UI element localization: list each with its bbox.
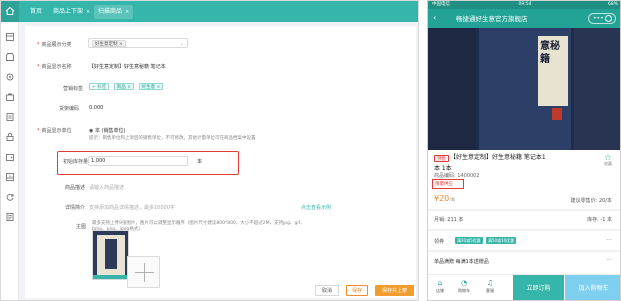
- shop-icon: ⌂: [437, 279, 443, 287]
- presale-tag: 预售: [434, 155, 449, 162]
- document-icon[interactable]: [5, 112, 15, 122]
- tag-chip[interactable]: 好生意 ×: [138, 83, 164, 90]
- close-icon[interactable]: ×: [86, 9, 90, 15]
- admin-panel: 首页 商品上下架 × 扫描商品 × * 商品展示分类 好生意定制 × ⌄ * 商…: [0, 0, 419, 301]
- unit-label: * 商品显示单位: [37, 128, 72, 134]
- settings-icon[interactable]: [5, 72, 15, 82]
- top-tab-bar: 首页 商品上下架 × 扫描商品 ×: [1, 1, 418, 22]
- tab-product-shelf[interactable]: 商品上下架 ×: [49, 5, 94, 19]
- main-image-label: 主图: [76, 224, 87, 230]
- stock-count: 库存: -1 本: [587, 217, 612, 223]
- unit-hint: 提示：销售单位和上架后的销售单位，不可修改，其他计量单位可在商品档案中设置: [89, 136, 256, 141]
- shop-button[interactable]: ⌂ 店铺: [433, 279, 447, 294]
- save-publish-button[interactable]: 保存并上架: [375, 285, 414, 296]
- home-button[interactable]: [1, 1, 19, 22]
- service-button[interactable]: ♫ 客服: [483, 279, 497, 294]
- add-to-cart-button[interactable]: 加入购物车: [565, 275, 620, 300]
- detail-example-link[interactable]: 点击查看示例: [301, 204, 331, 211]
- store-icon[interactable]: [5, 52, 15, 62]
- tab-scan-product-label: 扫描商品: [98, 8, 123, 15]
- stock-unit: 本: [197, 159, 203, 165]
- category-label: * 商品展示分类: [37, 42, 72, 48]
- favorite-button[interactable]: ☆ 收藏: [604, 153, 612, 166]
- display-name-value[interactable]: 【好生意定制】好生意秘籍 笔记本: [89, 63, 166, 70]
- list-icon[interactable]: [5, 212, 15, 222]
- cart-icon: ◔: [460, 279, 468, 287]
- tag-chip[interactable]: 新品 ×: [113, 83, 134, 90]
- headset-icon: ♫: [486, 279, 494, 287]
- more-promo-icon[interactable]: ...: [606, 255, 612, 262]
- save-button[interactable]: 保存: [346, 285, 368, 296]
- more-icon[interactable]: •••: [593, 15, 604, 22]
- buy-now-button[interactable]: 立即订购: [513, 275, 564, 300]
- bag-icon[interactable]: [5, 92, 15, 102]
- menu-capsule[interactable]: •••: [588, 13, 616, 24]
- shelf-code-label: 货架编码: [59, 106, 80, 112]
- cancel-button[interactable]: 取消: [315, 285, 339, 296]
- limited-highlight-box: 限量供应: [432, 179, 464, 189]
- category-chip: 好生意定制 ×: [92, 40, 126, 47]
- promo-text: 单品满赠 每满1本送赠品: [434, 259, 489, 265]
- tab-home-label: 首页: [30, 8, 43, 15]
- wallet-icon[interactable]: [5, 152, 15, 162]
- limited-badge: 限量供应: [435, 182, 453, 187]
- tags-label: 营销标签: [63, 86, 84, 92]
- lock-icon[interactable]: [5, 132, 15, 142]
- tab-product-shelf-label: 商品上下架: [53, 8, 84, 15]
- add-tag-button[interactable]: + 标签: [89, 83, 110, 90]
- refresh-icon[interactable]: [5, 192, 15, 202]
- nav-bar: ‹ 畅捷通好生意官方旗舰店 •••: [428, 9, 620, 28]
- product-image[interactable]: 意秘籍: [428, 28, 620, 150]
- add-image-button[interactable]: [127, 256, 160, 288]
- screenshot-root: 首页 商品上下架 × 扫描商品 × * 商品展示分类 好生意定制 × ⌄ * 商…: [0, 0, 621, 301]
- back-icon[interactable]: ‹: [433, 13, 436, 22]
- cover-calligraphy: 意秘籍: [540, 41, 560, 65]
- close-circle-icon[interactable]: [605, 15, 612, 22]
- suggested-price: 建议零售价: 20/本: [570, 198, 612, 204]
- detail-label: 详情简介: [65, 205, 86, 211]
- product-thumbnail[interactable]: [92, 230, 129, 280]
- unit-radio[interactable]: ◉ 本 (销售单位): [89, 127, 125, 134]
- more-coupons-icon[interactable]: ...: [606, 235, 612, 242]
- shelf-code-value[interactable]: 0.000: [89, 105, 103, 111]
- coupon-chip[interactable]: 满50减10优惠: [486, 237, 517, 244]
- stock-label: 初始库存量: [63, 159, 89, 165]
- home-icon: [5, 6, 15, 15]
- description-input[interactable]: 请输入商品描述: [89, 184, 124, 191]
- close-icon[interactable]: ×: [125, 9, 129, 15]
- description-label: 商品描述: [65, 185, 86, 191]
- detail-input[interactable]: 支持添加商品详情描述，最多10000字: [89, 204, 175, 211]
- monthly-sales: 月销: 211 本: [434, 217, 464, 223]
- tab-scan-product[interactable]: 扫描商品 ×: [94, 5, 134, 19]
- coupon-chip[interactable]: 满20减5优惠: [455, 237, 483, 244]
- product-price: ¥20/本: [434, 194, 456, 203]
- sidebar: [1, 22, 19, 300]
- report-icon[interactable]: [5, 172, 15, 182]
- radio-icon[interactable]: ◉: [89, 128, 93, 134]
- phone-preview: 中国电信 09:54 68% ‹ 畅捷通好生意官方旗舰店 ••• 意秘籍 预售 …: [427, 0, 621, 301]
- display-name-label: * 商品显示名称: [37, 64, 72, 70]
- category-select[interactable]: 好生意定制 × ⌄: [88, 38, 188, 48]
- coupon-label: 领券: [434, 239, 445, 245]
- cart-button[interactable]: ◔ 购物车: [457, 279, 471, 294]
- battery-text: 68%: [607, 2, 618, 7]
- product-title: 【好生意定制】好生意秘籍 笔记本1: [450, 154, 546, 161]
- product-title-line2: 本 1本: [434, 165, 452, 172]
- status-bar: 中国电信 09:54 68%: [428, 1, 620, 9]
- chevron-down-icon: ⌄: [179, 41, 184, 47]
- bottom-bar: ⌂ 店铺 ◔ 购物车 ♫ 客服 立即订购 加入购物车: [428, 274, 620, 300]
- tab-home[interactable]: 首页: [26, 5, 46, 19]
- product-code: 商品编码: 1400002: [434, 173, 480, 179]
- status-time: 09:54: [518, 2, 532, 7]
- nav-title: 畅捷通好生意官方旗舰店: [456, 15, 528, 23]
- stock-input[interactable]: 1.000: [88, 156, 188, 166]
- tags-field[interactable]: + 标签 新品 × 好生意 ×: [89, 83, 166, 90]
- dashboard-icon[interactable]: [5, 32, 15, 42]
